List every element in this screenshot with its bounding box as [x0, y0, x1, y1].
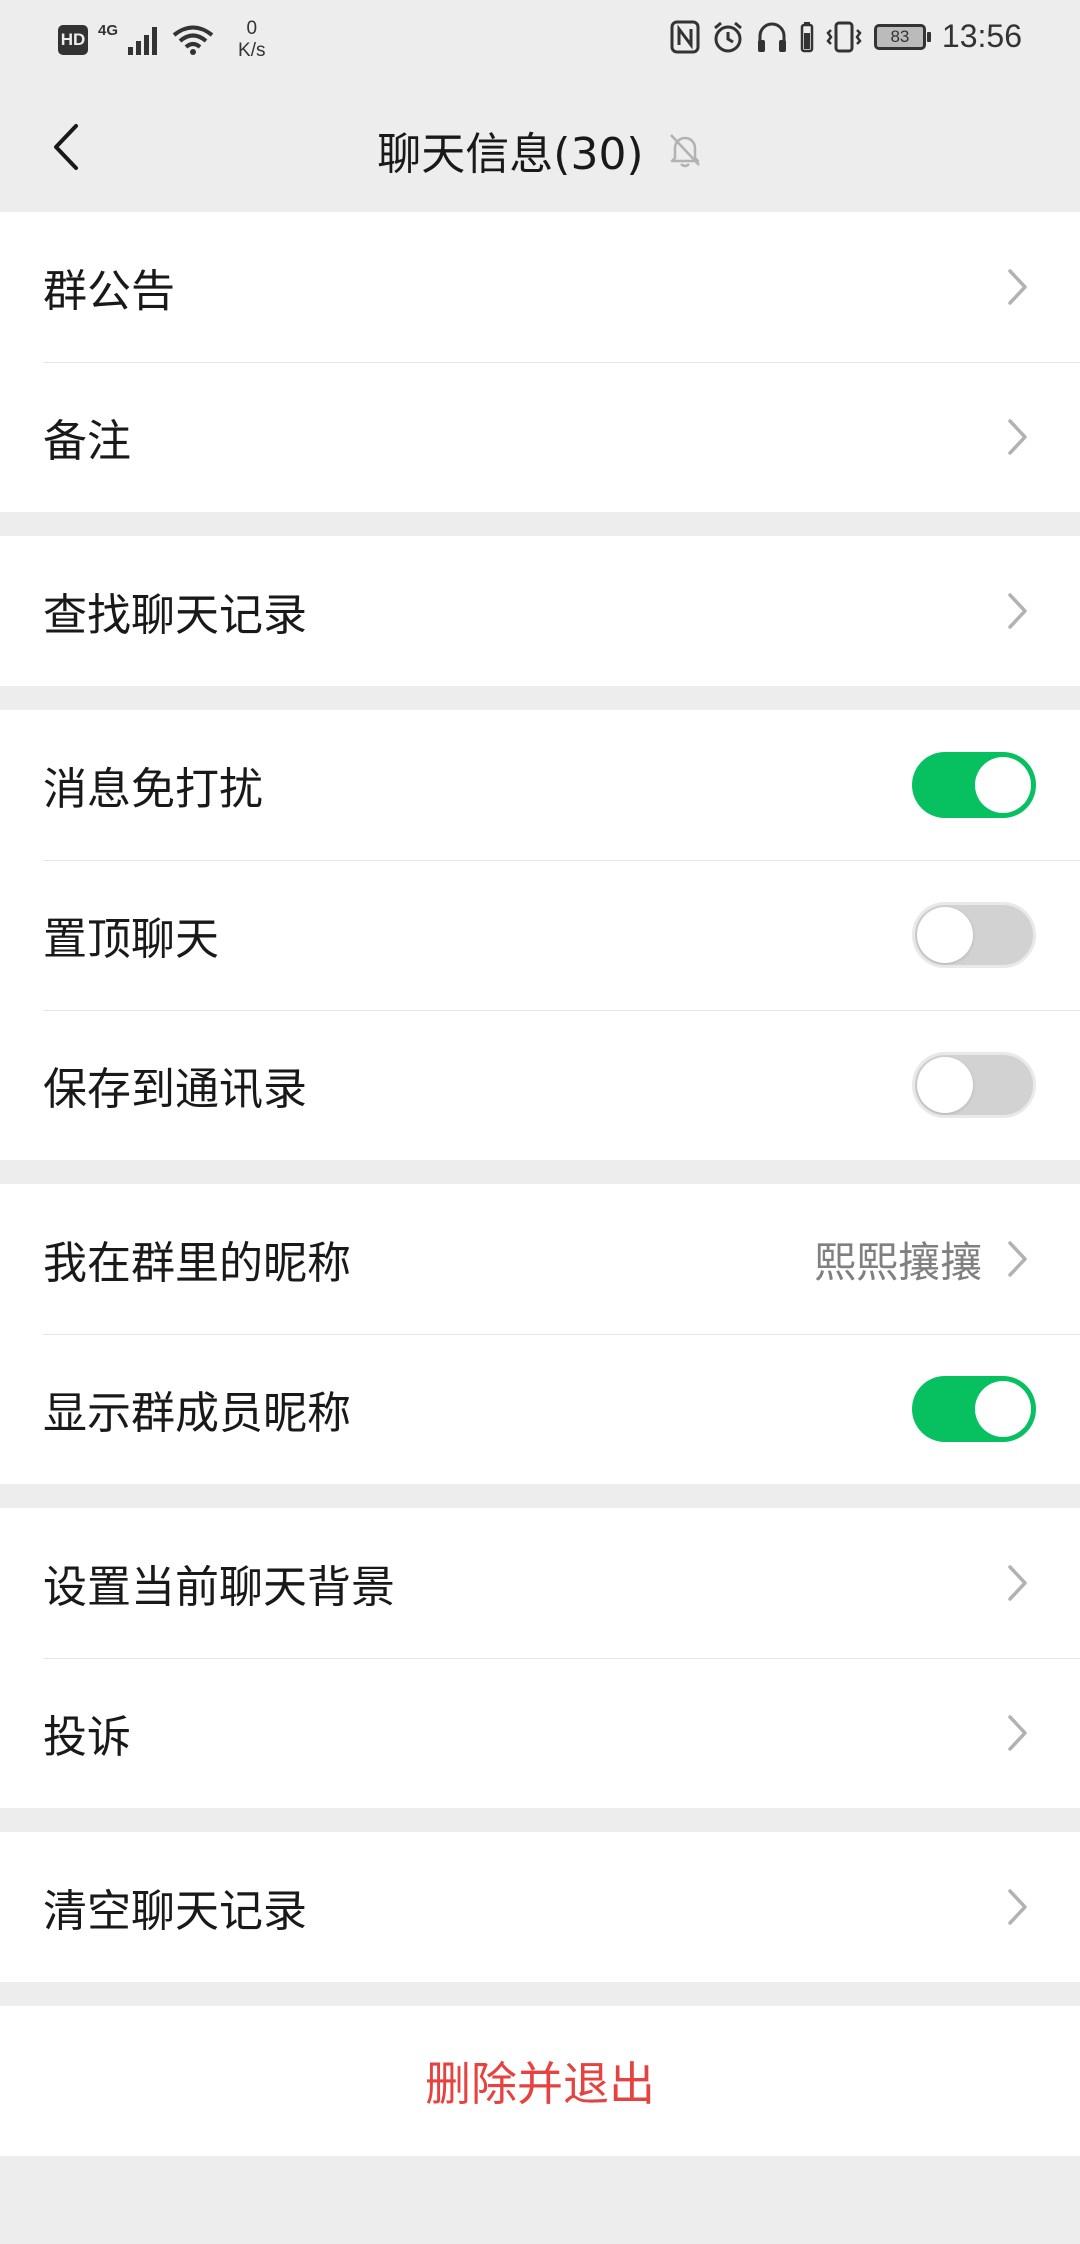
hd-icon: HD	[58, 25, 88, 55]
save-to-contacts-toggle[interactable]	[912, 1052, 1036, 1118]
row-label: 投诉	[43, 1712, 131, 1763]
network-type: 4G	[98, 21, 119, 39]
wifi-icon	[172, 25, 214, 55]
chevron-right-icon	[1008, 419, 1027, 455]
network-speed: 0 K/s	[238, 18, 265, 62]
set-chat-background-row[interactable]: 设置当前聊天背景	[0, 1508, 1080, 1658]
clock: 13:56	[941, 18, 1022, 54]
muted-bell-icon	[669, 134, 700, 168]
vibrate-icon	[826, 21, 862, 52]
toggle-knob	[975, 1381, 1031, 1437]
chevron-right-icon	[1008, 269, 1027, 305]
nickname-value: 熙熙攘攘	[813, 1237, 982, 1287]
headphones-icon	[757, 22, 786, 52]
speed-unit: K/s	[238, 40, 266, 61]
remark-row[interactable]: 备注	[0, 362, 1080, 512]
row-label: 备注	[43, 416, 131, 467]
mute-notifications-row: 消息免打扰	[0, 710, 1080, 860]
group-nickname: 我在群里的昵称 熙熙攘攘 显示群成员昵称	[0, 1184, 1080, 1484]
status-bar-left: HD 4G 0 K/s	[58, 18, 265, 62]
group-background: 设置当前聊天背景 投诉	[0, 1508, 1080, 1808]
speed-value: 0	[246, 18, 258, 39]
row-label: 消息免打扰	[43, 764, 263, 815]
group-announcement: 群公告 备注	[0, 212, 1080, 512]
headset-battery-icon	[800, 21, 814, 52]
group-chat-settings: 消息免打扰 置顶聊天 保存到通讯录	[0, 710, 1080, 1160]
chevron-right-icon	[1008, 1565, 1027, 1601]
row-label: 查找聊天记录	[43, 590, 307, 641]
toggle-knob	[917, 907, 973, 963]
row-label: 设置当前聊天背景	[43, 1562, 395, 1613]
group-clear: 清空聊天记录	[0, 1832, 1080, 1982]
chevron-right-icon	[1008, 1889, 1027, 1925]
group-search: 查找聊天记录	[0, 536, 1080, 686]
row-label: 保存到通讯录	[43, 1064, 307, 1115]
group-announcement-row[interactable]: 群公告	[0, 212, 1080, 362]
complain-row[interactable]: 投诉	[0, 1658, 1080, 1808]
clear-chat-history-row[interactable]: 清空聊天记录	[0, 1832, 1080, 1982]
mute-toggle[interactable]	[912, 752, 1036, 818]
search-chat-history-row[interactable]: 查找聊天记录	[0, 536, 1080, 686]
chevron-right-icon	[1008, 593, 1027, 629]
show-member-nicknames-row: 显示群成员昵称	[0, 1334, 1080, 1484]
title-wrap: 聊天信息(30)	[0, 118, 1080, 182]
status-bar: HD 4G 0 K/s 83 13:56	[0, 0, 1080, 80]
battery-icon: 83	[873, 23, 931, 50]
signal-icon	[128, 27, 158, 55]
row-label: 我在群里的昵称	[43, 1238, 351, 1289]
row-label: 清空聊天记录	[43, 1886, 307, 1937]
toggle-knob	[975, 757, 1031, 813]
sticky-toggle[interactable]	[912, 902, 1036, 968]
chevron-right-icon	[1008, 1715, 1027, 1751]
row-label: 置顶聊天	[43, 914, 219, 965]
chevron-right-icon	[1008, 1241, 1027, 1277]
sticky-chat-row: 置顶聊天	[0, 860, 1080, 1010]
nfc-icon	[670, 20, 700, 53]
my-group-nickname-row[interactable]: 我在群里的昵称 熙熙攘攘	[0, 1184, 1080, 1334]
row-label: 群公告	[43, 266, 175, 317]
page-title: 聊天信息(30)	[377, 129, 644, 180]
show-nicknames-toggle[interactable]	[912, 1376, 1036, 1442]
row-label: 显示群成员昵称	[43, 1388, 351, 1439]
delete-and-exit-button[interactable]: 删除并退出	[0, 2006, 1080, 2156]
status-bar-right: 83 13:56	[670, 18, 1022, 55]
toggle-knob	[917, 1057, 973, 1113]
alarm-icon	[713, 21, 742, 52]
navigation-bar: 聊天信息(30)	[0, 80, 1080, 212]
save-to-contacts-row: 保存到通讯录	[0, 1010, 1080, 1160]
